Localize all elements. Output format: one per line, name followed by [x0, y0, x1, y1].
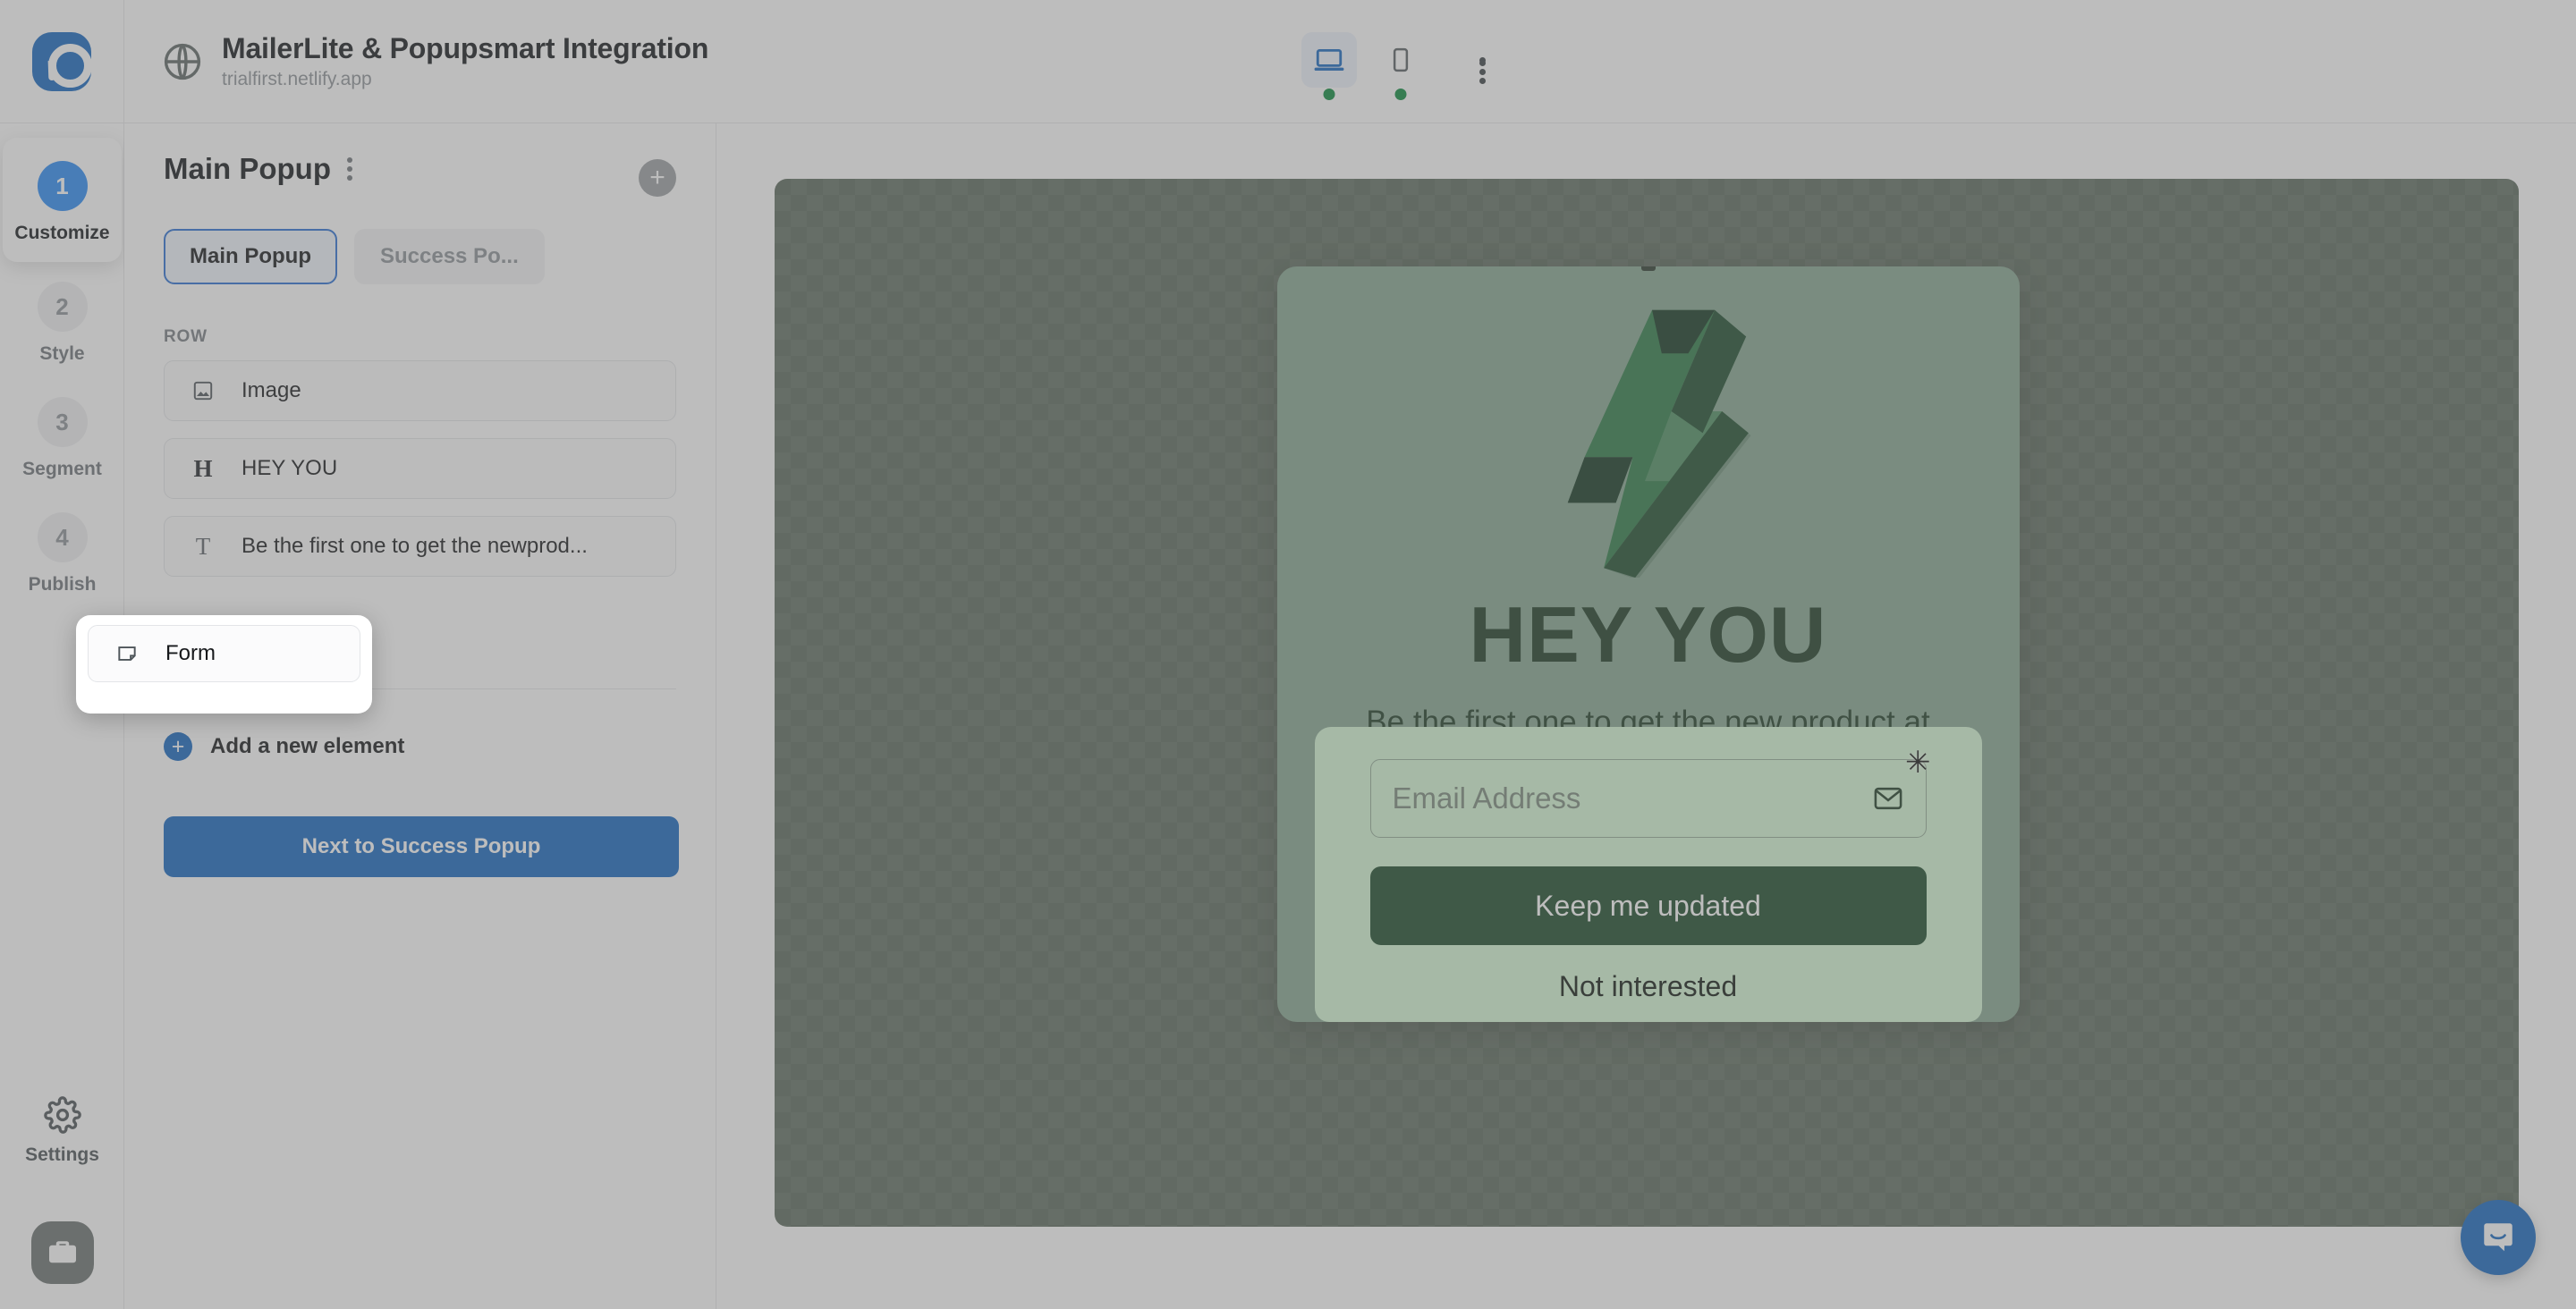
step-number-badge: 1 — [37, 161, 88, 211]
plus-circle-icon: + — [164, 732, 192, 761]
image-icon — [188, 376, 218, 406]
settings-label: Settings — [25, 1144, 99, 1165]
not-interested-link[interactable]: Not interested — [1370, 970, 1927, 1003]
popup-headline: HEY YOU — [1469, 590, 1827, 679]
element-list: Image H HEY YOU T Be the first one to ge… — [164, 360, 676, 654]
mobile-icon — [1393, 47, 1409, 72]
chat-bubble-icon — [2484, 1223, 2512, 1252]
header-more-button[interactable] — [1457, 32, 1507, 88]
heading-icon: H — [193, 454, 213, 482]
kebab-menu-icon — [1479, 56, 1486, 84]
toolbox-button[interactable] — [30, 1221, 94, 1284]
list-item-heading[interactable]: H HEY YOU — [164, 438, 676, 499]
sidebar-item-segment[interactable]: 3 Segment — [0, 377, 124, 493]
chat-widget-button[interactable] — [2461, 1200, 2536, 1275]
popup-preview: HEY YOU Be the first one to get the new … — [1276, 266, 2020, 1022]
popup-form-card: ✳ Keep me updated Not interested — [1314, 727, 1982, 1022]
editor-panel: Main Popup + Main Popup Success Po... RO… — [124, 123, 716, 1309]
cursor-marker: ✳ — [1905, 746, 1931, 780]
section-label-row: ROW — [164, 327, 208, 346]
app-root: MailerLite & Popupsmart Integration tria… — [0, 0, 2576, 1309]
list-item-form[interactable]: Form — [88, 625, 360, 682]
form-element-spotlight: Form — [76, 615, 372, 714]
step-label: Publish — [28, 574, 97, 595]
step-label: Segment — [22, 459, 102, 479]
add-popup-button[interactable]: + — [639, 159, 676, 197]
step-number-badge: 4 — [37, 512, 88, 562]
preview-stage: HEY YOU Be the first one to get the new … — [774, 179, 2519, 1227]
popupsmart-logo-icon[interactable] — [32, 31, 92, 91]
list-item-label: Image — [242, 378, 301, 402]
step-number-badge: 3 — [37, 397, 88, 447]
sidebar-item-style[interactable]: 2 Style — [0, 262, 124, 377]
panel-more-button[interactable] — [346, 156, 352, 182]
list-item-label: Be the first one to get the newprod... — [242, 534, 588, 558]
popup-tabs: Main Popup Success Po... — [164, 229, 676, 284]
toolbox-icon — [48, 1241, 76, 1263]
globe-icon — [164, 43, 201, 80]
tab-main-popup[interactable]: Main Popup — [164, 229, 337, 284]
panel-title: Main Popup — [164, 152, 331, 185]
mobile-status-dot — [1394, 89, 1407, 100]
list-item-image[interactable]: Image — [164, 360, 676, 421]
popup-close-handle[interactable] — [1640, 266, 1656, 271]
next-to-success-popup-button[interactable]: Next to Success Popup — [164, 816, 679, 877]
device-desktop-button[interactable] — [1301, 32, 1357, 100]
site-url: trialfirst.netlify.app — [222, 69, 372, 89]
brand-cell — [0, 0, 124, 123]
rail-bottom: Settings — [0, 1096, 124, 1284]
step-label: Customize — [14, 223, 110, 243]
gear-icon — [43, 1096, 81, 1134]
list-item-label: HEY YOU — [242, 456, 338, 480]
top-bar: MailerLite & Popupsmart Integration tria… — [0, 0, 2576, 123]
form-icon — [112, 638, 142, 669]
text-icon: T — [195, 532, 211, 560]
tab-label: Success Po... — [379, 244, 519, 268]
panel-header: Main Popup — [164, 152, 676, 186]
list-item-label: Form — [165, 641, 216, 665]
email-field-wrapper[interactable]: ✳ — [1369, 747, 1931, 838]
preview-canvas: HEY YOU Be the first one to get the new … — [716, 123, 2576, 1309]
keep-me-updated-button[interactable]: Keep me updated — [1369, 866, 1927, 945]
add-new-element-label: Add a new element — [210, 734, 405, 758]
sidebar-item-customize[interactable]: 1 Customize — [3, 138, 122, 262]
step-rail: 1 Customize 2 Style 3 Segment 4 Publish … — [0, 123, 124, 1309]
desktop-status-dot — [1323, 89, 1335, 100]
list-item-text[interactable]: T Be the first one to get the newprod... — [164, 516, 676, 577]
site-info: MailerLite & Popupsmart Integration tria… — [161, 32, 708, 90]
tab-success-popup[interactable]: Success Po... — [353, 229, 545, 284]
desktop-icon — [1314, 48, 1344, 72]
device-mobile-button[interactable] — [1373, 32, 1428, 100]
step-number-badge: 2 — [37, 282, 88, 332]
device-toggle-group — [1301, 32, 1507, 100]
email-input[interactable] — [1392, 781, 1872, 815]
page-title: MailerLite & Popupsmart Integration — [222, 32, 709, 64]
sidebar-item-publish[interactable]: 4 Publish — [0, 493, 124, 608]
lightning-bolt-logo-icon — [1542, 291, 1755, 587]
step-label: Style — [39, 343, 85, 364]
sidebar-item-settings[interactable]: Settings — [0, 1096, 124, 1166]
tab-label: Main Popup — [190, 244, 311, 268]
add-new-element-button[interactable]: + Add a new element — [164, 732, 676, 761]
envelope-icon — [1874, 787, 1902, 810]
